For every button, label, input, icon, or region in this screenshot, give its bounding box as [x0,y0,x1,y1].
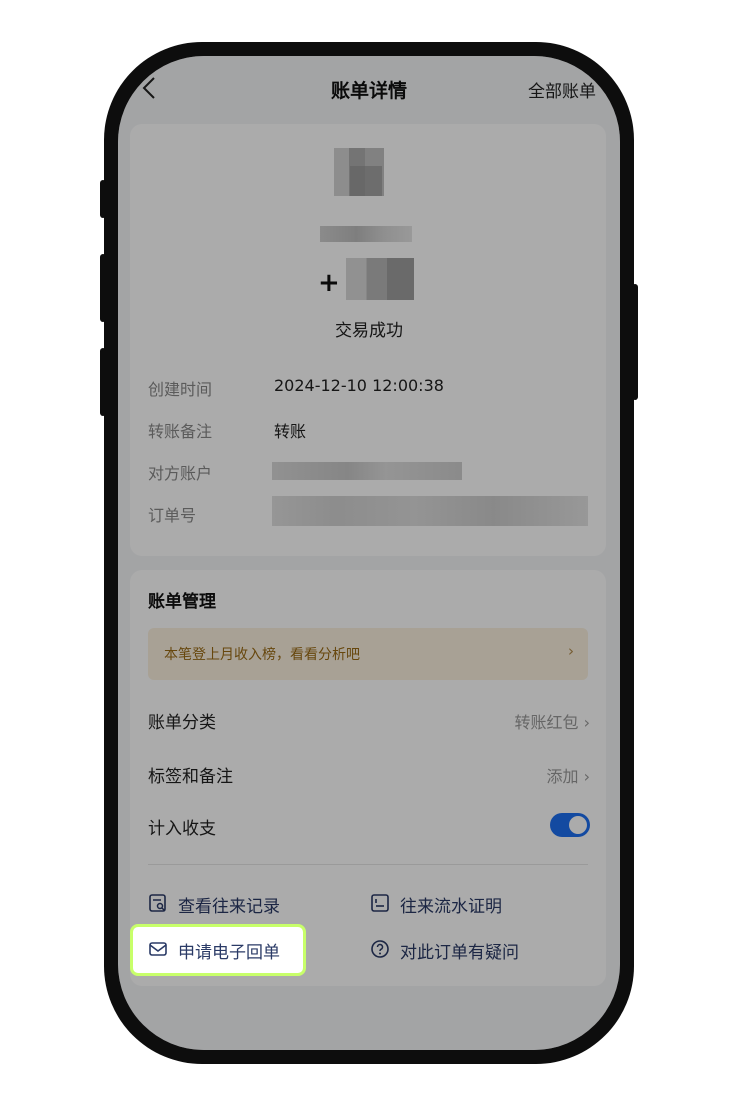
amount-pixelated [346,258,414,300]
transaction-proof-link[interactable]: 往来流水证明 [370,890,550,917]
bill-category-value[interactable]: 转账红包 › [515,709,591,733]
order-number-pixelated [272,496,588,526]
mail-icon [149,942,167,956]
transaction-proof-label: 往来流水证明 [400,897,502,917]
document-icon [371,894,389,912]
divider [148,864,588,865]
phone-side-button [100,180,106,218]
app-screen: 账单详情 全部账单 + 交易成功 创建时间 2024-12-10 12:00:3… [118,56,620,1050]
phone-side-button [100,348,106,416]
nav-bar: 账单详情 全部账单 [118,56,620,120]
tags-notes-value[interactable]: 添加 › [547,763,591,787]
detail-value-created-time: 2024-12-10 12:00:38 [274,376,444,395]
transaction-status: 交易成功 [335,321,403,341]
include-in-stats-label: 计入收支 [148,819,216,839]
request-e-receipt-link[interactable]: 申请电子回单 [148,936,328,963]
phone-side-button [632,284,638,400]
counterparty-account-pixelated [272,462,462,480]
chevron-right-icon: › [568,642,574,660]
view-history-link[interactable]: 查看往来记录 [148,890,328,917]
view-history-label: 查看往来记录 [178,897,280,917]
detail-label-note: 转账备注 [148,422,213,441]
request-e-receipt-label: 申请电子回单 [178,943,280,963]
phone-side-button [100,254,106,322]
detail-label-created-time: 创建时间 [148,380,213,399]
tags-notes-label[interactable]: 标签和备注 [148,762,233,787]
banner-text: 本笔登上月收入榜，看看分析吧 [164,647,360,663]
detail-value-note: 转账 [274,422,307,441]
order-question-label: 对此订单有疑问 [400,943,519,963]
all-bills-link[interactable]: 全部账单 [528,77,596,102]
bill-management-title: 账单管理 [148,592,216,612]
detail-label-order-number: 订单号 [148,506,197,525]
question-icon [371,940,389,958]
counterparty-name-pixelated [320,226,412,242]
toggle-knob [569,816,587,834]
amount-sign: + [318,268,340,298]
bill-category-label[interactable]: 账单分类 [148,708,216,733]
include-in-stats-toggle[interactable] [550,813,590,837]
counterparty-avatar-pixelated [350,166,382,196]
detail-label-counterparty-account: 对方账户 [148,464,213,483]
record-search-icon [149,894,166,912]
order-question-link[interactable]: 对此订单有疑问 [370,936,550,963]
income-ranking-banner[interactable]: 本笔登上月收入榜，看看分析吧 › [148,628,588,680]
